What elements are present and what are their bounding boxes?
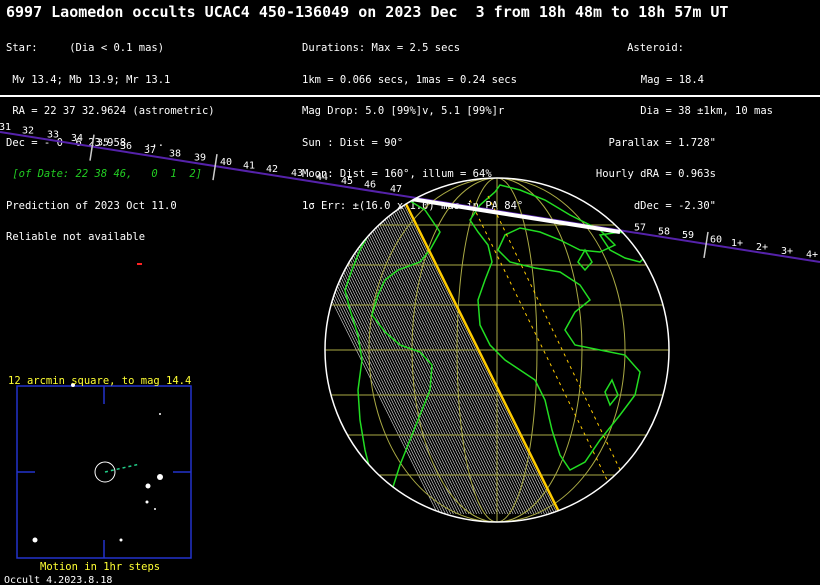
earth-globe [324,177,670,523]
track-label: 41 [243,160,255,171]
hatch-line [329,197,488,515]
hatch-line [325,197,462,515]
hatch-line [368,197,527,515]
track-label: 4+ [806,250,818,261]
hatch-line [325,197,444,515]
hatch-line [325,197,446,515]
track-label: 35 [97,137,109,148]
hatch-line [397,197,556,515]
centre-line [401,197,562,515]
hatch-line [325,197,478,515]
hatch-line [325,197,480,515]
track-label: 46 [364,180,376,191]
track-labels: 31 32 33 34 35 36 37 38 39 40 41 42 43 44 45 46 47 57 58 59… [0,122,818,261]
error-limit-1 [469,199,613,491]
track-label: 34 [71,133,83,144]
hatch-line [327,197,485,515]
track-label: 39 [194,153,206,164]
hatch-line [325,197,465,515]
track-label: 3+ [781,246,793,257]
hatch-line [340,197,498,515]
hatch-line [342,197,501,515]
hatch-line [332,197,491,515]
map-graphics: 31 32 33 34 35 36 37 38 39 40 41 42 43 44 45 46 47 57 58 59… [0,122,820,559]
track-label: 45 [341,176,353,187]
track-label: 32 [22,125,34,136]
hatch-line [335,197,493,515]
track-label: 59 [682,230,694,241]
track-label: 58 [658,226,670,237]
hatch-line [381,197,540,515]
track-label: 43 [291,168,303,179]
hatch-line [376,197,535,515]
track-label: 40 [220,157,232,168]
track-label: 42 [266,164,278,175]
hatch-line [325,197,439,515]
track-label: 2+ [756,242,768,253]
version-label: Occult 4.2023.8.18 [4,575,113,585]
track-label: 33 [47,129,59,140]
hatch-line [325,197,470,515]
track-label: 60 [710,235,722,246]
occultation-map: 6997 Laomedon occults UCAC4 450-136049 o… [0,0,820,585]
finder-chart [16,383,192,559]
hatch-line [387,197,545,515]
finder-footer: Motion in 1hr steps [40,561,161,573]
hatch-line [361,197,519,515]
finder-title: 12 arcmin square, to mag 14.4 [8,375,192,387]
finder-frame [16,385,192,559]
track-label: 31 [0,122,11,133]
hatch-line [389,197,548,515]
hatch-line [325,197,467,515]
track-label: 37 [144,145,156,156]
hatch-line [374,197,532,515]
motion-vector [104,463,141,473]
track-label: 1+ [731,238,743,249]
track-label: 57 [634,222,646,233]
track-label: 47 [390,184,402,195]
track-label: 36 [120,141,132,152]
hatch-line [325,197,472,515]
track-label: 44 [316,172,328,183]
track-label: 38 [169,149,181,160]
hatch-line [384,197,543,515]
finder-stars [32,383,163,543]
